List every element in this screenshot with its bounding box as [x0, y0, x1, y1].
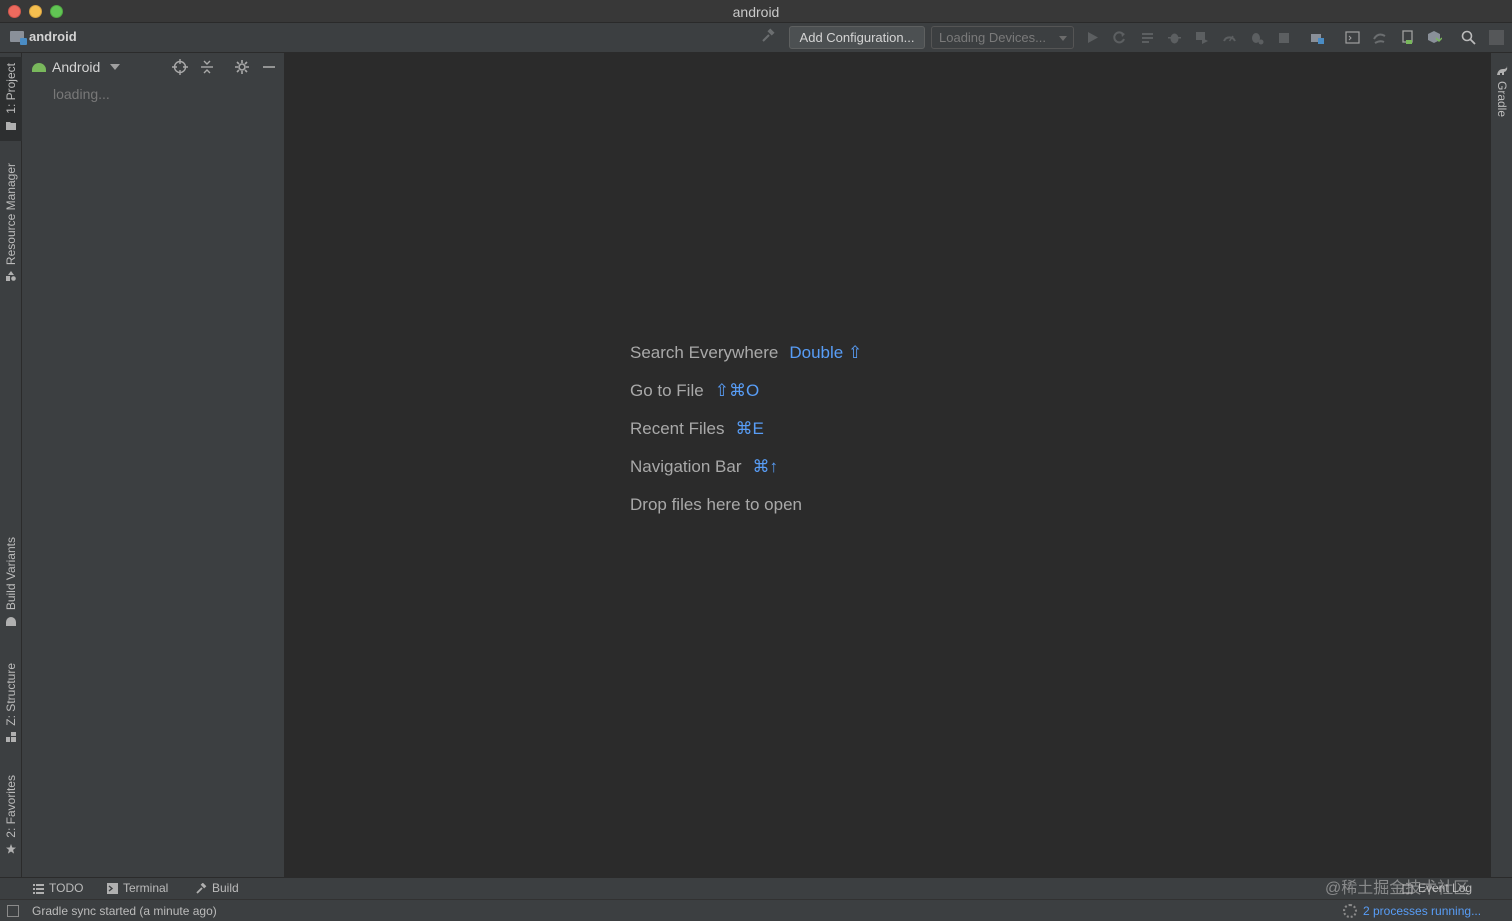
- bottom-tool-tabs: TODO Terminal Build Event Log: [0, 877, 1512, 899]
- tool-tab-terminal[interactable]: Terminal: [107, 881, 168, 895]
- project-view-label: Android: [52, 59, 101, 75]
- chevron-down-icon: [110, 64, 121, 70]
- editor-empty-area[interactable]: Search Everywhere Double ⇧ Go to File ⇧⌘…: [285, 53, 1490, 877]
- window-title: android: [732, 4, 780, 20]
- hint-shortcut: Double ⇧: [789, 343, 863, 362]
- project-tool-window: Android loading...: [22, 53, 285, 877]
- tool-tab-project[interactable]: 1: Project: [0, 57, 22, 141]
- account-icon[interactable]: [1489, 30, 1504, 45]
- hammer-icon: [196, 882, 207, 894]
- run-icon[interactable]: [1085, 30, 1100, 45]
- tool-tab-project-label: 1: Project: [4, 63, 18, 114]
- list-icon: [33, 883, 44, 894]
- breadcrumb[interactable]: android: [10, 29, 77, 45]
- background-processes[interactable]: 2 processes running...: [1343, 904, 1481, 918]
- hint-go-to-file: Go to File ⇧⌘O: [630, 381, 862, 419]
- star-icon: [6, 842, 16, 854]
- tool-tab-todo-label: TODO: [49, 881, 84, 895]
- build-variants-icon: [6, 614, 16, 627]
- watermark: @稀土掘金技术社区: [1325, 880, 1470, 897]
- hint-recent-files: Recent Files ⌘E: [630, 419, 862, 457]
- tool-tab-structure-label: Z: Structure: [4, 663, 18, 726]
- tool-tab-structure[interactable]: Z: Structure: [0, 663, 22, 753]
- terminal-icon: [107, 882, 118, 894]
- hint-label: Navigation Bar: [630, 457, 742, 476]
- editor-hints: Search Everywhere Double ⇧ Go to File ⇧⌘…: [630, 343, 862, 533]
- gradle-sync-icon[interactable]: [1372, 30, 1387, 45]
- locate-icon[interactable]: [172, 59, 188, 75]
- gradle-elephant-icon: [1496, 65, 1508, 77]
- avd-manager-icon[interactable]: [1400, 30, 1415, 45]
- build-hammer-icon[interactable]: [760, 28, 778, 46]
- chevron-down-icon: [1059, 36, 1067, 41]
- hint-search-everywhere: Search Everywhere Double ⇧: [630, 343, 862, 381]
- resource-manager-icon: [6, 269, 16, 282]
- tool-tab-favorites[interactable]: 2: Favorites: [0, 775, 22, 867]
- device-selector[interactable]: Loading Devices...: [931, 26, 1074, 49]
- right-tool-strip: Gradle: [1490, 53, 1512, 877]
- folder-icon: [6, 118, 16, 130]
- hint-label: Search Everywhere: [630, 343, 779, 362]
- tool-tab-todo[interactable]: TODO: [33, 881, 83, 895]
- run-with-coverage-icon[interactable]: [1194, 30, 1209, 45]
- title-bar: android: [0, 0, 1512, 23]
- spinner-icon: [1343, 904, 1357, 918]
- apply-code-changes-icon[interactable]: [1140, 30, 1155, 45]
- android-icon: [32, 62, 46, 72]
- collapse-all-icon[interactable]: [199, 59, 215, 75]
- hint-navigation-bar: Navigation Bar ⌘↑: [630, 457, 862, 495]
- tool-tab-gradle[interactable]: Gradle: [1495, 81, 1509, 117]
- tool-tab-terminal-label: Terminal: [123, 881, 169, 895]
- navigation-toolbar: android Add Configuration... Loading Dev…: [0, 23, 1512, 53]
- processes-label: 2 processes running...: [1363, 904, 1482, 918]
- hint-label: Drop files here to open: [630, 495, 802, 514]
- tool-tab-build-variants[interactable]: Build Variants: [0, 537, 22, 637]
- left-tool-strip: 1: Project Resource Manager Build Varian…: [0, 53, 22, 877]
- terminal-window-icon[interactable]: [1345, 30, 1360, 45]
- hint-label: Recent Files: [630, 419, 725, 438]
- hint-shortcut: ⌘E: [735, 419, 764, 438]
- tool-tab-resource-manager[interactable]: Resource Manager: [0, 163, 22, 297]
- hint-shortcut: ⇧⌘O: [714, 381, 760, 400]
- status-bar: Gradle sync started (a minute ago) 2 pro…: [0, 899, 1512, 921]
- structure-icon: [6, 730, 16, 742]
- apply-changes-icon[interactable]: [1112, 30, 1127, 45]
- minimize-icon[interactable]: [261, 59, 277, 75]
- toggle-tool-windows-icon[interactable]: [7, 905, 19, 917]
- project-structure-icon[interactable]: [1310, 30, 1325, 45]
- project-tree-loading: loading...: [53, 86, 110, 102]
- search-icon[interactable]: [1461, 30, 1476, 45]
- project-view-selector[interactable]: Android: [32, 59, 121, 75]
- tool-tab-build[interactable]: Build: [196, 881, 239, 895]
- hint-drop-files: Drop files here to open: [630, 495, 862, 533]
- breadcrumb-project: android: [29, 29, 77, 44]
- tool-tab-resource-manager-label: Resource Manager: [4, 163, 18, 266]
- debug-icon[interactable]: [1167, 30, 1182, 45]
- profile-icon[interactable]: [1222, 30, 1237, 45]
- project-panel-header: Android: [22, 53, 284, 81]
- add-configuration-button[interactable]: Add Configuration...: [789, 26, 925, 49]
- stop-icon[interactable]: [1276, 30, 1291, 45]
- device-selector-label: Loading Devices...: [939, 30, 1046, 45]
- tool-tab-favorites-label: 2: Favorites: [4, 775, 18, 838]
- status-message[interactable]: Gradle sync started (a minute ago): [32, 904, 217, 918]
- tool-tab-build-label: Build: [212, 881, 239, 895]
- hint-label: Go to File: [630, 381, 704, 400]
- tool-tab-build-variants-label: Build Variants: [4, 537, 18, 611]
- project-folder-icon: [10, 31, 27, 45]
- sdk-manager-icon[interactable]: [1427, 30, 1442, 45]
- hint-shortcut: ⌘↑: [752, 457, 779, 476]
- gear-icon[interactable]: [234, 59, 250, 75]
- attach-debugger-icon[interactable]: [1249, 30, 1264, 45]
